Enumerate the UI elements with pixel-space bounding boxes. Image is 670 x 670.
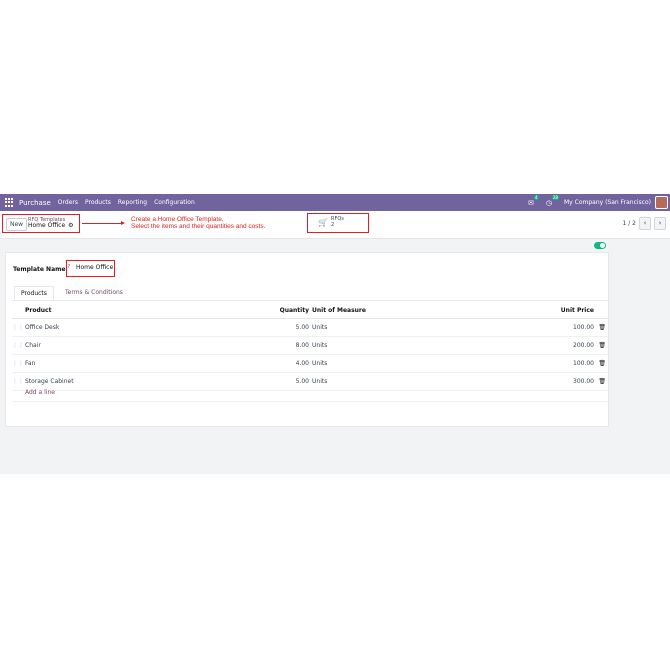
- row-unit-price[interactable]: 300.00: [573, 373, 594, 390]
- highlight-box-breadcrumb: [2, 214, 80, 233]
- row-unit-price[interactable]: 100.00: [573, 355, 594, 372]
- top-navbar: Purchase Orders Products Reporting Confi…: [0, 194, 670, 211]
- row-quantity[interactable]: 4.00: [296, 355, 309, 372]
- table-row[interactable]: ⋮⋮ Chair 8.00 Units 200.00 🗑: [12, 337, 608, 355]
- activity-clock-icon[interactable]: ◷ 28: [546, 194, 559, 207]
- menu-configuration[interactable]: Configuration: [154, 199, 195, 206]
- menu-reporting[interactable]: Reporting: [118, 199, 147, 206]
- row-uom[interactable]: Units: [312, 337, 327, 354]
- form-sheet: Template Name ? Home Office Products Ter…: [5, 252, 609, 427]
- table-row[interactable]: ⋮⋮ Office Desk 5.00 Units 100.00 🗑: [12, 319, 608, 337]
- chat-icon[interactable]: ✉ 4: [528, 194, 539, 207]
- row-uom[interactable]: Units: [312, 319, 327, 336]
- annotation-arrow: [82, 221, 125, 225]
- trash-icon[interactable]: 🗑: [598, 355, 606, 372]
- row-product[interactable]: Office Desk: [25, 319, 59, 336]
- template-name-label-text: Template Name: [13, 266, 66, 273]
- trash-icon[interactable]: 🗑: [598, 373, 606, 390]
- template-name-label: Template Name ?: [13, 264, 70, 273]
- pager: 1 / 2 ‹ ›: [623, 217, 666, 230]
- row-quantity[interactable]: 5.00: [296, 319, 309, 336]
- chat-badge: 4: [534, 194, 539, 200]
- app-name[interactable]: Purchase: [19, 199, 51, 207]
- divider: [12, 401, 608, 402]
- column-quantity[interactable]: Quantity: [280, 303, 309, 318]
- row-unit-price[interactable]: 200.00: [573, 337, 594, 354]
- menu-orders[interactable]: Orders: [58, 199, 78, 206]
- pager-value[interactable]: 1 / 2: [623, 220, 636, 227]
- column-product[interactable]: Product: [25, 303, 51, 318]
- drag-handle-icon[interactable]: ⋮⋮: [12, 337, 24, 354]
- odoo-app: Purchase Orders Products Reporting Confi…: [0, 194, 670, 474]
- row-product[interactable]: Fan: [25, 355, 35, 372]
- active-toggle[interactable]: [594, 242, 606, 249]
- annotation-line-1: Create a Home Office Template.: [131, 216, 224, 223]
- table-row[interactable]: ⋮⋮ Storage Cabinet 5.00 Units 300.00 🗑: [12, 373, 608, 391]
- notebook-tabs: Products Terms & Conditions: [12, 286, 608, 301]
- annotation-line-2: Select the items and their quantities an…: [131, 223, 266, 230]
- control-panel: New RFQ Templates Home Office ⚙ Create a…: [0, 211, 670, 239]
- drag-handle-icon[interactable]: ⋮⋮: [12, 355, 24, 372]
- pager-next-button[interactable]: ›: [654, 217, 666, 230]
- trash-icon[interactable]: 🗑: [598, 337, 606, 354]
- row-uom[interactable]: Units: [312, 355, 327, 372]
- tab-products[interactable]: Products: [14, 286, 54, 300]
- row-unit-price[interactable]: 100.00: [573, 319, 594, 336]
- navbar-right: ✉ 4 ◷ 28 My Company (San Francisco): [528, 194, 670, 209]
- row-product[interactable]: Storage Cabinet: [25, 373, 74, 390]
- row-quantity[interactable]: 5.00: [296, 373, 309, 390]
- row-quantity[interactable]: 8.00: [296, 337, 309, 354]
- activity-badge: 28: [551, 194, 559, 200]
- table-header: Product Quantity Unit of Measure Unit Pr…: [12, 303, 608, 319]
- highlight-box-template-name: [66, 260, 115, 277]
- row-uom[interactable]: Units: [312, 373, 327, 390]
- trash-icon[interactable]: 🗑: [598, 319, 606, 336]
- apps-menu-icon[interactable]: [5, 198, 14, 207]
- column-unit-price[interactable]: Unit Price: [561, 303, 594, 318]
- drag-handle-icon[interactable]: ⋮⋮: [12, 319, 24, 336]
- drag-handle-icon[interactable]: ⋮⋮: [12, 373, 24, 390]
- column-uom[interactable]: Unit of Measure: [312, 303, 366, 318]
- annotation-text: Create a Home Office Template. Select th…: [131, 216, 265, 230]
- pager-previous-button[interactable]: ‹: [639, 217, 651, 230]
- row-product[interactable]: Chair: [25, 337, 41, 354]
- table-row[interactable]: ⋮⋮ Fan 4.00 Units 100.00 🗑: [12, 355, 608, 373]
- highlight-box-rfqs: [307, 213, 369, 233]
- user-avatar[interactable]: [655, 196, 668, 209]
- tab-terms-conditions[interactable]: Terms & Conditions: [59, 286, 129, 300]
- add-line-link[interactable]: Add a line: [25, 389, 55, 396]
- menu-products[interactable]: Products: [85, 199, 111, 206]
- company-switcher[interactable]: My Company (San Francisco): [564, 199, 651, 206]
